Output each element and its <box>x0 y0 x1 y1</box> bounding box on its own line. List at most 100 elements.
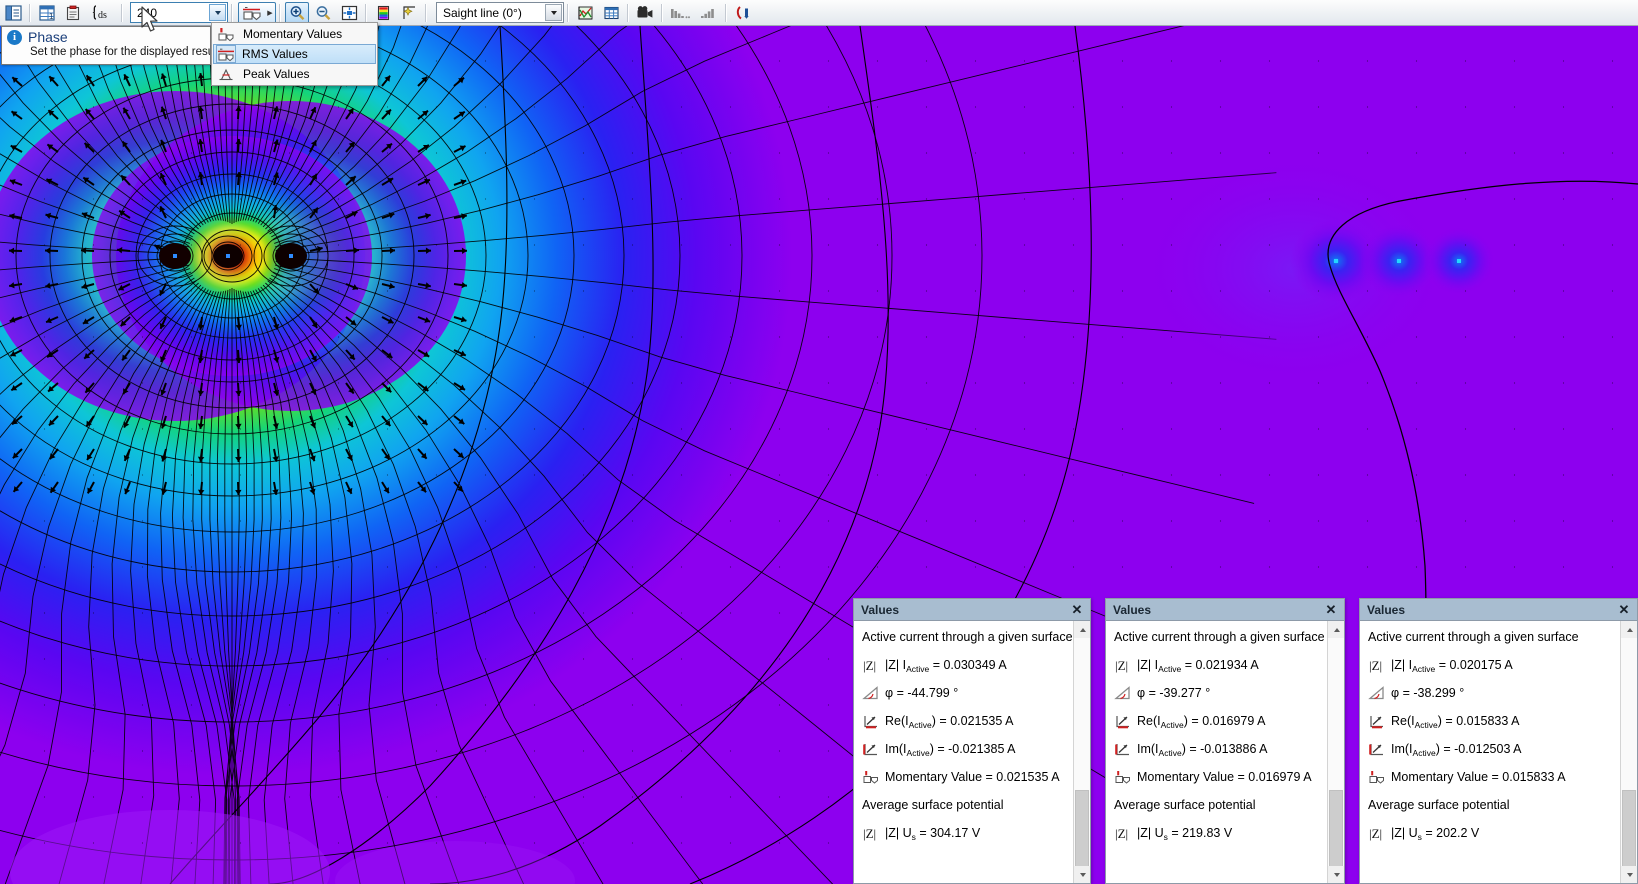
imag-part-icon <box>1112 740 1134 758</box>
scrollbar-track[interactable] <box>1328 638 1344 868</box>
phase-dropdown-arrow[interactable] <box>209 4 226 21</box>
magnitude-icon: |Z| <box>1366 824 1388 842</box>
scroll-up-button[interactable] <box>1328 621 1344 638</box>
sight-line-select[interactable]: Saight line (0°) <box>436 2 564 23</box>
sight-line-value: Saight line (0°) <box>443 5 522 20</box>
value-row: |Z| |Z| IActive = 0.021934 A <box>1106 651 1326 679</box>
sight-line-dropdown-arrow[interactable] <box>545 4 562 21</box>
value-row: Active current through a given surface <box>1106 623 1326 651</box>
values-mode-dropdown-arrow[interactable]: ▶ <box>265 9 275 17</box>
value-row: Im(IActive) = -0.021385 A <box>854 735 1072 763</box>
magic-wand-button[interactable] <box>397 2 421 24</box>
value-row: Average surface potential <box>1360 791 1619 819</box>
zoom-in-button[interactable] <box>285 1 309 24</box>
menu-item-rms-values[interactable]: RMS Values <box>213 44 376 64</box>
value-row: Im(IActive) = -0.012503 A <box>1360 735 1619 763</box>
values-panel[interactable]: Values ✕ Active current through a given su… <box>1359 598 1638 884</box>
value-row: φ = -44.799 ° <box>854 679 1072 707</box>
values-list: Active current through a given surface |Z… <box>854 621 1072 883</box>
values-scrollbar[interactable] <box>1073 621 1090 883</box>
data-grid-icon[interactable] <box>599 2 623 24</box>
values-panel-body: Active current through a given surface |Z… <box>1106 621 1344 883</box>
scroll-down-button[interactable] <box>1621 866 1637 883</box>
values-list: Active current through a given surface |Z… <box>1360 621 1619 883</box>
close-icon[interactable]: ✕ <box>1613 600 1635 620</box>
angle-icon <box>1112 684 1134 702</box>
integral-icon[interactable]: ds <box>87 2 117 24</box>
scroll-up-button[interactable] <box>1621 621 1637 638</box>
copy-view-icon[interactable] <box>61 2 85 24</box>
scrollbar-thumb[interactable] <box>1329 790 1343 868</box>
momentary-icon <box>1366 768 1388 786</box>
toolbar-separator <box>627 3 629 22</box>
value-row-text: Active current through a given surface <box>1114 630 1325 644</box>
svg-text:|Z|: |Z| <box>863 826 876 841</box>
momentary-icon <box>1112 768 1134 786</box>
color-legend-button[interactable] <box>371 2 395 24</box>
value-row-text: |Z| IActive = 0.021934 A <box>1137 658 1259 674</box>
values-panel-header[interactable]: Values ✕ <box>1106 599 1344 621</box>
scrollbar-thumb[interactable] <box>1075 790 1089 868</box>
zoom-out-button[interactable] <box>311 2 335 24</box>
scroll-down-button[interactable] <box>1328 866 1344 883</box>
values-scrollbar[interactable] <box>1620 621 1637 883</box>
magnitude-icon: |Z| <box>1112 656 1134 674</box>
value-row-text: |Z| IActive = 0.030349 A <box>885 658 1007 674</box>
magnitude-icon: |Z| <box>860 656 882 674</box>
menu-item-peak-values[interactable]: Peak Values <box>213 64 376 84</box>
bar-chart-icon[interactable] <box>695 2 721 24</box>
value-row-text: Re(IActive) = 0.016979 A <box>1137 714 1266 730</box>
scroll-down-button[interactable] <box>1074 866 1090 883</box>
svg-text:ds: ds <box>98 10 107 21</box>
svg-text:|Z|: |Z| <box>1369 826 1382 841</box>
value-row-text: Active current through a given surface <box>862 630 1072 644</box>
toolbar-separator <box>279 3 281 22</box>
value-row-text: Im(IActive) = -0.021385 A <box>885 742 1016 758</box>
probe-icon[interactable] <box>731 2 755 24</box>
scrollbar-track[interactable] <box>1621 638 1637 868</box>
value-row-text: Average surface potential <box>1114 798 1256 812</box>
values-mode-dropdown-menu[interactable]: Momentary Values RMS Values Peak Values <box>211 22 378 86</box>
magnitude-icon: |Z| <box>1112 824 1134 842</box>
momentary-values-icon <box>215 25 237 43</box>
plot-curve-icon[interactable] <box>573 2 597 24</box>
menu-item-label: RMS Values <box>242 47 308 61</box>
values-panel[interactable]: Values ✕ Active current through a given su… <box>1105 598 1345 884</box>
value-row-text: φ = -38.299 ° <box>1391 686 1465 700</box>
values-panel-header[interactable]: Values ✕ <box>1360 599 1637 621</box>
values-panel-title: Values <box>1367 602 1406 617</box>
value-row-text: Momentary Value = 0.015833 A <box>1391 770 1566 784</box>
toolbar-separator <box>365 3 367 22</box>
values-panel-body: Active current through a given surface |Z… <box>854 621 1090 883</box>
result-table-icon[interactable]: 1 <box>35 2 59 24</box>
value-row: Active current through a given surface <box>854 623 1072 651</box>
value-row: Re(IActive) = 0.016979 A <box>1106 707 1326 735</box>
values-panel-header[interactable]: Values ✕ <box>854 599 1090 621</box>
phase-input[interactable] <box>135 3 209 22</box>
values-panel[interactable]: Values ✕ Active current through a given su… <box>853 598 1091 884</box>
peak-values-icon <box>215 65 237 83</box>
scrollbar-thumb[interactable] <box>1622 790 1636 868</box>
values-scrollbar[interactable] <box>1327 621 1344 883</box>
phase-tooltip: i Phase Set the phase for the displayed … <box>1 26 211 65</box>
value-row-text: φ = -39.277 ° <box>1137 686 1211 700</box>
close-icon[interactable]: ✕ <box>1320 600 1342 620</box>
histogram-icon[interactable] <box>667 2 693 24</box>
value-row-text: Re(IActive) = 0.021535 A <box>885 714 1014 730</box>
fit-to-window-button[interactable] <box>337 2 361 24</box>
scroll-up-button[interactable] <box>1074 621 1090 638</box>
values-mode-split-button[interactable]: ▶ <box>238 1 276 24</box>
animation-camera-icon[interactable] <box>633 2 657 24</box>
angle-icon <box>1366 684 1388 702</box>
menu-item-momentary-values[interactable]: Momentary Values <box>213 24 376 44</box>
value-row: Momentary Value = 0.015833 A <box>1360 763 1619 791</box>
values-panel-body: Active current through a given surface |Z… <box>1360 621 1637 883</box>
real-part-icon <box>860 712 882 730</box>
show-hide-panel-icon[interactable] <box>1 2 25 24</box>
svg-text:|Z|: |Z| <box>1115 826 1128 841</box>
close-icon[interactable]: ✕ <box>1066 600 1088 620</box>
phase-input-combobox[interactable] <box>130 2 228 23</box>
svg-text:|Z|: |Z| <box>863 658 876 673</box>
real-part-icon <box>1366 712 1388 730</box>
scrollbar-track[interactable] <box>1074 638 1090 868</box>
